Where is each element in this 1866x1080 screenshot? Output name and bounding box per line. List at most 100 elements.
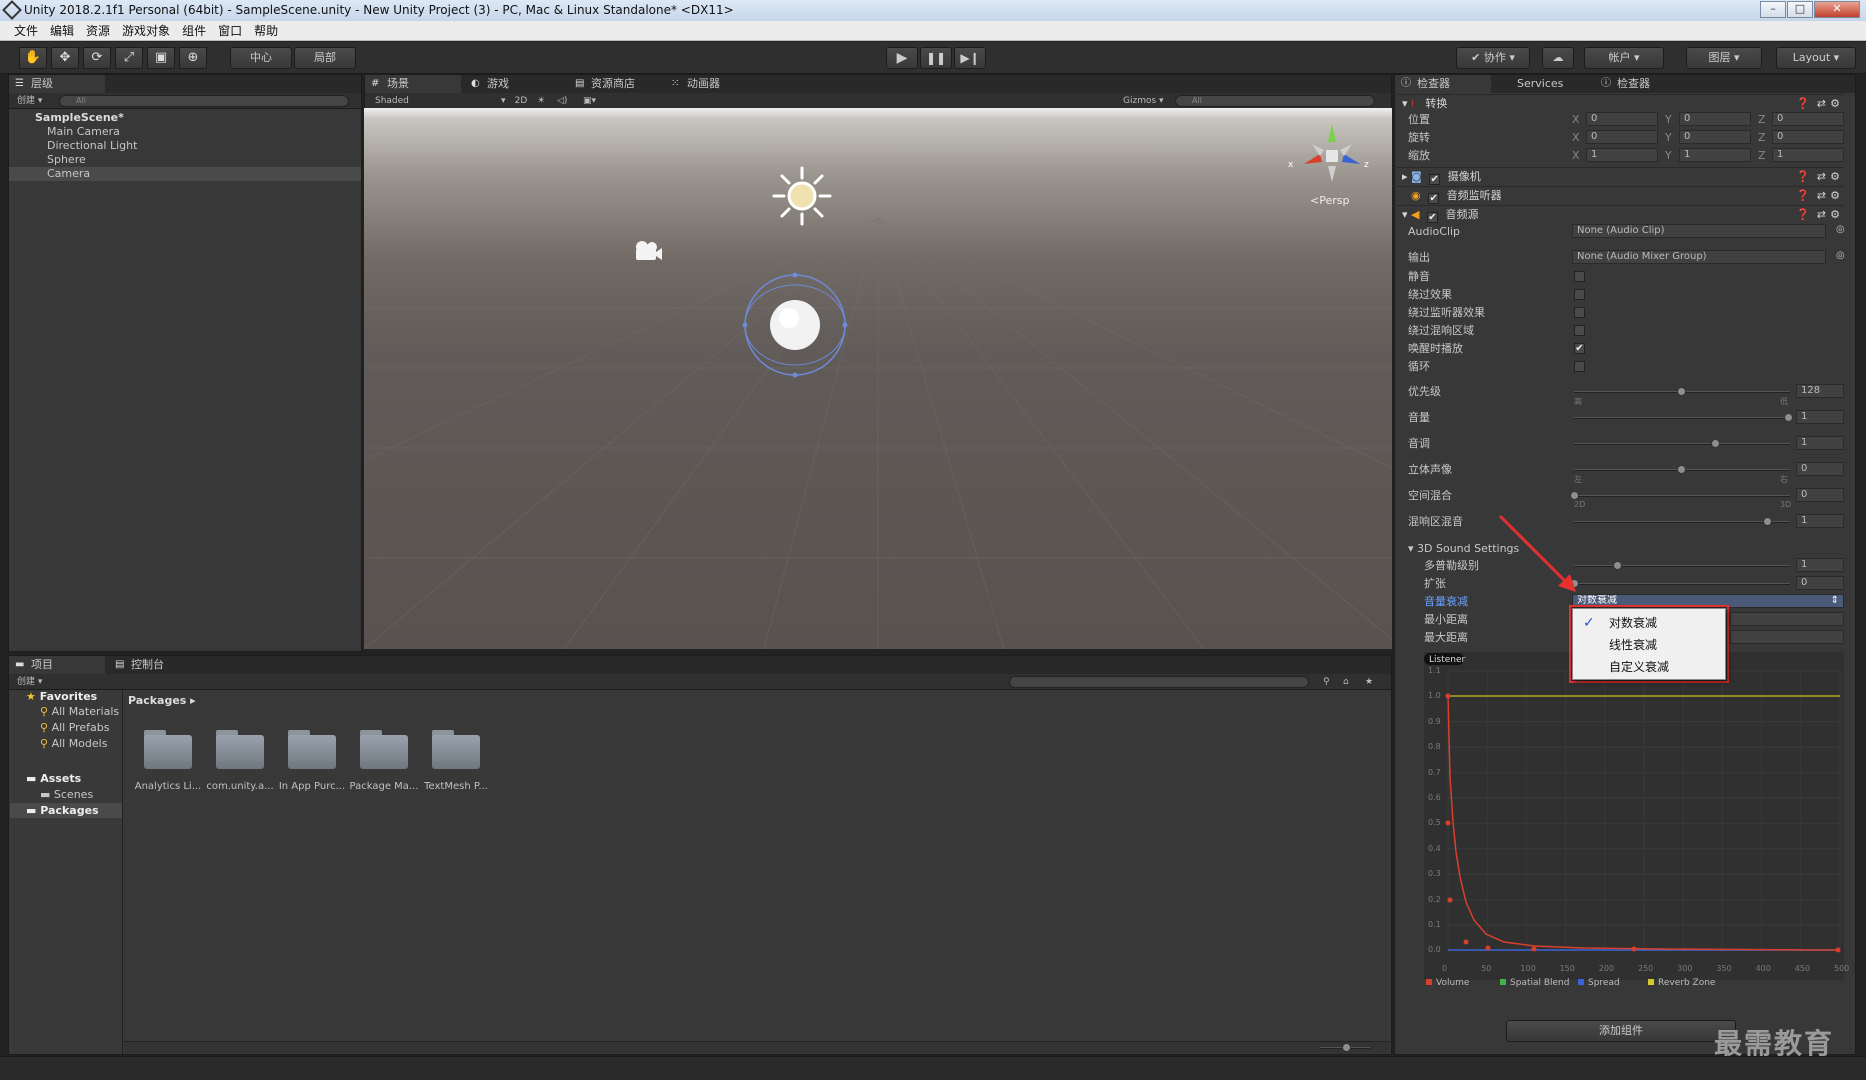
slider-value-field[interactable]: 0 <box>1796 576 1844 590</box>
tab-asset-store[interactable]: ▤ 资源商店 <box>569 75 679 93</box>
layout-dropdown[interactable]: Layout ▾ <box>1776 47 1856 69</box>
audio-source-header[interactable]: ▾ ◀ ✔ 音频源 ❓ ⇄ ⚙ <box>1392 205 1844 223</box>
transform-z-field[interactable]: 0 <box>1772 130 1844 144</box>
favorite-item[interactable]: ⚲ All Models <box>40 736 107 751</box>
scene-search-input[interactable]: All <box>1175 95 1375 107</box>
slider-value-field[interactable]: 0 <box>1796 462 1844 476</box>
slider-value-field[interactable]: 0 <box>1796 488 1844 502</box>
hierarchy-item-camera[interactable]: Camera <box>9 167 361 181</box>
slider-track[interactable] <box>1574 565 1790 567</box>
gear-icon[interactable]: ⚙ <box>1830 206 1840 224</box>
account-dropdown[interactable]: 帐户 ▾ <box>1584 47 1664 69</box>
audio-source-enable-checkbox[interactable]: ✔ <box>1427 212 1438 223</box>
local-toggle[interactable]: 局部 <box>294 47 356 69</box>
tab-inspector[interactable]: ⓘ 检查器 <box>1395 75 1491 93</box>
rolloff-option[interactable]: 线性衰减 <box>1573 635 1723 655</box>
menu-window[interactable]: 窗口 <box>212 21 248 41</box>
persp-label[interactable]: <Persp <box>1310 194 1349 207</box>
camera-enable-checkbox[interactable]: ✔ <box>1429 174 1441 185</box>
shading-dropdown[interactable]: Shaded <box>375 93 409 109</box>
pause-button[interactable]: ❚❚ <box>920 47 952 69</box>
slider-track[interactable] <box>1574 495 1790 497</box>
toggle-checkbox[interactable] <box>1574 361 1585 372</box>
package-folder-icon[interactable] <box>356 727 412 771</box>
scene-root-row[interactable]: SampleScene* <box>9 111 361 125</box>
scenes-folder[interactable]: ▬ Scenes <box>40 787 93 802</box>
camera-component-header[interactable]: ▸ ◙ ✔ 摄像机 ❓ ⇄ ⚙ <box>1392 167 1844 185</box>
favorite-item[interactable]: ⚲ All Materials <box>40 704 119 719</box>
menu-component[interactable]: 组件 <box>176 21 212 41</box>
transform-y-field[interactable]: 1 <box>1679 148 1751 162</box>
orientation-gizmo-icon[interactable] <box>1298 122 1368 192</box>
slider-knob[interactable] <box>1612 561 1622 570</box>
tab-game[interactable]: ◐ 游戏 <box>465 75 561 93</box>
slider-knob[interactable] <box>1762 517 1772 526</box>
toggle-checkbox[interactable] <box>1574 271 1585 282</box>
max-distance-field[interactable] <box>1730 630 1844 644</box>
folder-label[interactable]: TextMesh P... <box>420 781 492 792</box>
preset-icon[interactable]: ⇄ <box>1817 187 1826 205</box>
object-picker-icon[interactable]: ◎ <box>1836 250 1845 261</box>
transform-x-field[interactable]: 0 <box>1586 112 1658 126</box>
tab-project[interactable]: ▬ 项目 <box>9 656 105 674</box>
slider-knob[interactable] <box>1677 387 1686 396</box>
close-button[interactable]: ✕ <box>1814 1 1860 18</box>
project-create-button[interactable]: 创建 ▾ <box>17 674 42 690</box>
icon-size-knob[interactable] <box>1342 1043 1351 1052</box>
slider-track[interactable] <box>1574 443 1790 445</box>
tab-hierarchy[interactable]: ☰ 层级 <box>9 75 105 93</box>
transform-z-field[interactable]: 1 <box>1772 148 1844 162</box>
toggle-checkbox[interactable] <box>1574 289 1585 300</box>
layers-dropdown[interactable]: 图层 ▾ <box>1686 47 1762 69</box>
rect-tool-icon[interactable]: ▣ <box>147 47 175 69</box>
transform-y-field[interactable]: 0 <box>1679 112 1751 126</box>
package-folder-icon[interactable] <box>212 727 268 771</box>
menu-edit[interactable]: 编辑 <box>44 21 80 41</box>
filter-type-icon[interactable]: ⚲ <box>1323 674 1330 690</box>
gear-icon[interactable]: ⚙ <box>1830 95 1840 113</box>
toggle-checkbox[interactable]: ✔ <box>1574 343 1585 354</box>
slider-knob[interactable] <box>1677 465 1686 474</box>
cloud-icon[interactable]: ☁ <box>1542 47 1574 69</box>
audio-listener-enable-checkbox[interactable]: ✔ <box>1428 193 1440 204</box>
transform-y-field[interactable]: 0 <box>1679 130 1751 144</box>
slider-knob[interactable] <box>1570 491 1579 500</box>
toggle-checkbox[interactable] <box>1574 325 1585 336</box>
tab-inspector-2[interactable]: ⓘ 检查器 <box>1595 75 1695 93</box>
package-folder-icon[interactable] <box>284 727 340 771</box>
menu-file[interactable]: 文件 <box>0 21 44 41</box>
transform-header[interactable]: ▾ ⟊ 转换 ❓ ⇄ ⚙ <box>1392 94 1844 112</box>
directional-light-sun-icon[interactable] <box>770 164 834 228</box>
hierarchy-item-sphere[interactable]: Sphere <box>9 153 361 167</box>
package-folder-icon[interactable] <box>140 727 196 771</box>
rolloff-graph[interactable]: Listener <box>1424 652 1844 980</box>
favorite-star-icon[interactable]: ★ <box>1365 674 1373 690</box>
transform-x-field[interactable]: 1 <box>1586 148 1658 162</box>
help-icon[interactable]: ❓ <box>1796 206 1810 224</box>
slider-track[interactable] <box>1574 417 1790 419</box>
maximize-button[interactable]: □ <box>1787 1 1813 18</box>
package-folder-icon[interactable] <box>428 727 484 771</box>
hierarchy-create-button[interactable]: 创建 ▾ <box>17 93 42 109</box>
min-distance-field[interactable] <box>1730 612 1844 626</box>
hand-tool-icon[interactable]: ✋ <box>19 47 47 69</box>
project-search-input[interactable] <box>1009 676 1309 688</box>
preset-icon[interactable]: ⇄ <box>1817 95 1826 113</box>
audio-toggle-icon[interactable]: ◁) <box>557 93 567 109</box>
folder-label[interactable]: com.unity.a... <box>204 781 276 792</box>
assets-folder[interactable]: ▬ Assets <box>26 771 81 786</box>
output-field[interactable]: None (Audio Mixer Group) <box>1572 250 1826 264</box>
slider-track[interactable] <box>1574 583 1790 585</box>
tab-scene[interactable]: # 场景 <box>365 75 461 93</box>
menu-assets[interactable]: 资源 <box>80 21 116 41</box>
transform-tool-icon[interactable]: ⊕ <box>179 47 207 69</box>
help-icon[interactable]: ❓ <box>1796 187 1810 205</box>
tab-console[interactable]: ▤ 控制台 <box>109 656 209 674</box>
rolloff-option[interactable]: ✓ 对数衰减 <box>1573 613 1723 633</box>
tab-services[interactable]: Services <box>1495 75 1591 93</box>
slider-track[interactable] <box>1574 521 1790 523</box>
project-breadcrumb[interactable]: Packages ▸ <box>128 694 196 707</box>
tab-animator[interactable]: ⁙ 动画器 <box>665 75 765 93</box>
slider-value-field[interactable]: 1 <box>1796 436 1844 450</box>
audioclip-field[interactable]: None (Audio Clip) <box>1572 224 1826 238</box>
